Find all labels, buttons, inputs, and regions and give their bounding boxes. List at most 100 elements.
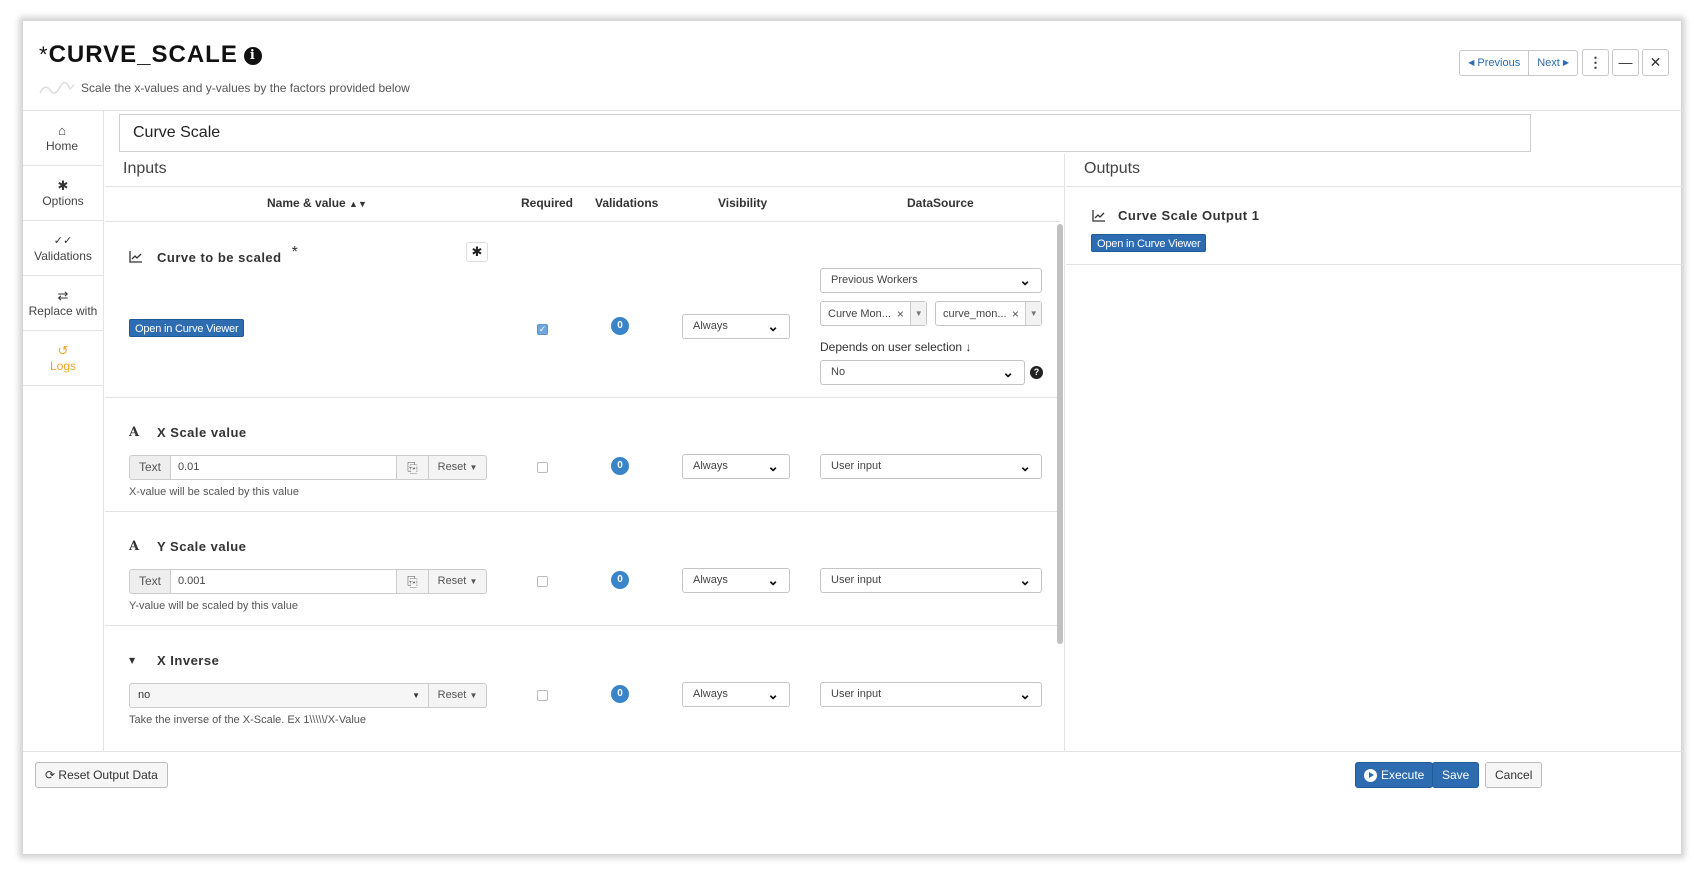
x-inverse-input-group: no ▼ Reset ▼ bbox=[129, 683, 487, 708]
chevron-down-icon: ⌄ bbox=[767, 458, 779, 474]
cancel-button[interactable]: Cancel bbox=[1485, 762, 1543, 788]
dropdown-type-icon: ▼ bbox=[129, 656, 136, 665]
nav-item-logs[interactable]: ↺ Logs bbox=[23, 331, 103, 386]
required-checkbox[interactable] bbox=[537, 576, 548, 587]
clear-icon[interactable]: × bbox=[1012, 307, 1026, 321]
source-output-select[interactable]: curve_mon... × ▼ bbox=[935, 301, 1042, 326]
inputs-scrollbar[interactable] bbox=[1057, 224, 1063, 644]
col-validations: Validations bbox=[595, 196, 659, 210]
required-checkbox[interactable]: ✓ bbox=[537, 324, 548, 335]
nav-item-replace-with[interactable]: ⇄ Replace with bbox=[23, 276, 103, 331]
close-icon[interactable]: ✕ bbox=[1642, 49, 1669, 76]
caret-left-icon: ◀ bbox=[1468, 58, 1475, 67]
visibility-select[interactable]: Always ⌄ bbox=[682, 682, 790, 707]
param-hint: Y-value will be scaled by this value bbox=[129, 600, 298, 612]
param-title-x-inverse: ▼ X Inverse bbox=[129, 653, 220, 668]
caret-down-icon[interactable]: ▼ bbox=[1025, 302, 1041, 325]
open-curve-viewer-button[interactable]: Open in Curve Viewer bbox=[129, 319, 245, 337]
nav-item-options[interactable]: ✱ Options bbox=[23, 166, 103, 221]
param-settings-gear-icon[interactable]: ✱ bbox=[466, 242, 488, 262]
x-scale-input-group: Text 0.01 ⎘ Reset ▼ bbox=[129, 455, 489, 480]
source-worker-select[interactable]: Curve Mon... × ▼ bbox=[820, 301, 927, 326]
caret-down-icon[interactable]: ▼ bbox=[910, 302, 926, 325]
chevron-down-icon: ⌄ bbox=[1019, 458, 1031, 474]
required-checkbox[interactable] bbox=[537, 462, 548, 473]
depends-on-label: Depends on user selection ↓ bbox=[820, 340, 972, 354]
chevron-down-icon: ⌄ bbox=[1019, 272, 1031, 288]
visibility-select[interactable]: Always ⌄ bbox=[682, 314, 790, 339]
chevron-down-icon: ⌄ bbox=[1002, 364, 1014, 380]
clear-icon[interactable]: × bbox=[897, 307, 911, 321]
param-title-x-scale: A X Scale value bbox=[129, 425, 247, 440]
chevron-down-icon: ⌄ bbox=[767, 318, 779, 334]
datasource-select[interactable]: User input ⌄ bbox=[820, 568, 1042, 593]
nav-item-home[interactable]: ⌂ Home bbox=[23, 111, 103, 166]
caret-down-icon: ▼ bbox=[469, 463, 478, 472]
refresh-icon: ⟳ bbox=[45, 768, 56, 782]
caret-down-icon: ▼ bbox=[412, 691, 420, 700]
validations-count-badge[interactable]: 0 bbox=[611, 317, 629, 335]
col-name-value[interactable]: Name & value ▲▼ bbox=[267, 196, 367, 210]
unsaved-marker: * bbox=[39, 42, 49, 67]
required-asterisk: * bbox=[291, 244, 299, 261]
previous-button[interactable]: ◀ Previous bbox=[1459, 50, 1530, 76]
y-scale-input[interactable]: 0.001 bbox=[171, 569, 397, 594]
info-icon[interactable]: i bbox=[243, 47, 262, 65]
sort-icon: ▲▼ bbox=[349, 199, 367, 209]
dialog-footer: ⟳ Reset Output Data Execute Save Cancel bbox=[23, 751, 1683, 856]
param-hint: X-value will be scaled by this value bbox=[129, 486, 299, 498]
datasource-select[interactable]: User input ⌄ bbox=[820, 682, 1042, 707]
param-row-x-inverse: ▼ X Inverse no ▼ Reset ▼ Take the inverse… bbox=[105, 627, 1060, 751]
required-checkbox[interactable] bbox=[537, 690, 548, 701]
chevron-down-icon: ⌄ bbox=[767, 572, 779, 588]
chevron-down-icon: ⌄ bbox=[1019, 572, 1031, 588]
chevron-down-icon: ⌄ bbox=[1019, 686, 1031, 702]
datasource-select[interactable]: User input ⌄ bbox=[820, 454, 1042, 479]
reset-dropdown-button[interactable]: Reset ▼ bbox=[429, 455, 487, 480]
reset-output-data-button[interactable]: ⟳ Reset Output Data bbox=[35, 762, 168, 788]
param-hint: Take the inverse of the X-Scale. Ex 1\\\… bbox=[129, 714, 367, 726]
x-scale-input[interactable]: 0.01 bbox=[171, 455, 397, 480]
minimize-icon[interactable]: — bbox=[1612, 49, 1639, 76]
reset-dropdown-button[interactable]: Reset ▼ bbox=[429, 683, 487, 708]
validations-count-badge[interactable]: 0 bbox=[611, 685, 629, 703]
col-visibility: Visibility bbox=[718, 196, 768, 210]
param-row-curve: Curve to be scaled * ✱ Open in Curve Vie… bbox=[105, 222, 1060, 398]
page-subtitle: Scale the x-values and y-values by the f… bbox=[39, 81, 410, 95]
x-inverse-select[interactable]: no ▼ bbox=[129, 683, 429, 708]
output-item-title: Curve Scale Output 1 bbox=[1092, 208, 1259, 223]
help-icon[interactable]: ? bbox=[1030, 366, 1043, 379]
outputs-title: Outputs bbox=[1084, 160, 1141, 177]
inputs-panel: Inputs Name & value ▲▼ Required Validati… bbox=[105, 154, 1065, 751]
col-required: Required bbox=[521, 196, 574, 210]
arrow-down-icon: ↓ bbox=[965, 340, 972, 354]
text-type-icon: A bbox=[129, 425, 140, 440]
caret-right-icon: ▶ bbox=[1562, 58, 1569, 67]
attach-icon[interactable]: ⎘ bbox=[397, 569, 429, 594]
param-row-x-scale: A X Scale value Text 0.01 ⎘ Reset ▼ X-va… bbox=[105, 399, 1060, 512]
visibility-select[interactable]: Always ⌄ bbox=[682, 454, 790, 479]
reset-dropdown-button[interactable]: Reset ▼ bbox=[429, 569, 487, 594]
history-icon: ↺ bbox=[57, 343, 69, 358]
depends-select[interactable]: No ⌄ bbox=[820, 360, 1025, 385]
caret-down-icon: ▼ bbox=[469, 691, 478, 700]
save-button[interactable]: Save bbox=[1432, 762, 1480, 788]
validations-count-badge[interactable]: 0 bbox=[611, 457, 629, 475]
nav-item-validations[interactable]: ✓✓ Validations bbox=[23, 221, 103, 276]
output-open-curve-viewer-button[interactable]: Open in Curve Viewer bbox=[1091, 234, 1207, 252]
visibility-select[interactable]: Always ⌄ bbox=[682, 568, 790, 593]
page-title: *CURVE_SCALE i bbox=[39, 41, 262, 69]
next-button[interactable]: Next ▶ bbox=[1529, 50, 1578, 76]
curve-scale-dialog: *CURVE_SCALE i Scale the x-values and y-v… bbox=[22, 20, 1683, 856]
chart-icon bbox=[129, 251, 142, 263]
text-type-icon: A bbox=[129, 539, 140, 554]
datasource-select[interactable]: Previous Workers ⌄ bbox=[820, 268, 1042, 293]
attach-icon[interactable]: ⎘ bbox=[397, 455, 429, 480]
dialog-header: *CURVE_SCALE i Scale the x-values and y-v… bbox=[23, 21, 1683, 111]
more-options-icon[interactable]: ⋮ bbox=[1582, 49, 1609, 76]
validations-count-badge[interactable]: 0 bbox=[611, 571, 629, 589]
worker-label-input[interactable]: Curve Scale bbox=[119, 114, 1531, 152]
play-icon bbox=[1364, 768, 1377, 782]
execute-button[interactable]: Execute bbox=[1355, 762, 1434, 788]
outputs-panel: Outputs Curve Scale Output 1 Open in Cur… bbox=[1066, 154, 1683, 751]
